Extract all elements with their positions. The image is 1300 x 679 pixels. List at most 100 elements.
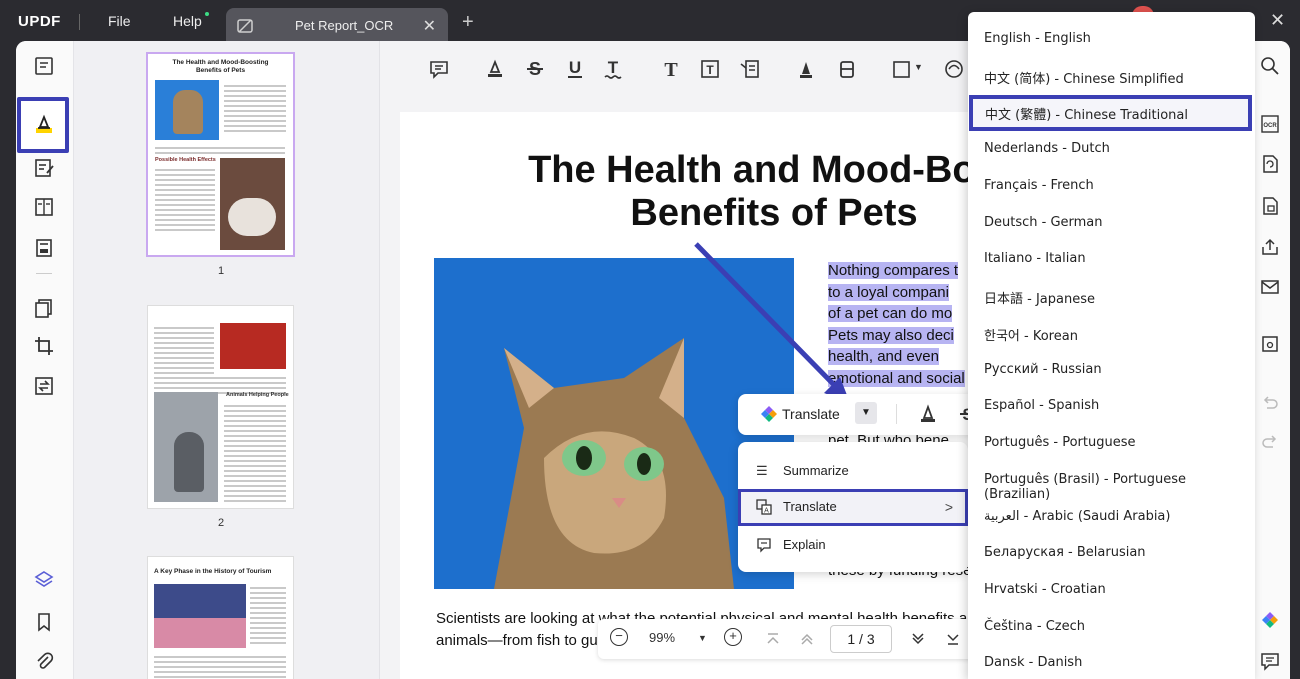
thumbnail-page-number: 1: [217, 265, 225, 277]
stamp-icon[interactable]: [943, 58, 965, 80]
language-option-selected[interactable]: 中文 (繁體) - Chinese Traditional: [969, 95, 1252, 131]
svg-text:A: A: [764, 508, 769, 515]
ocr-icon[interactable]: OCR: [1260, 114, 1280, 134]
text-box-icon[interactable]: T: [699, 58, 721, 80]
zoom-in-icon[interactable]: +: [724, 628, 742, 646]
squiggly-icon[interactable]: T: [602, 58, 624, 80]
language-option[interactable]: Français - French: [968, 169, 1255, 205]
document-tab[interactable]: Pet Report_OCR ✕: [226, 8, 448, 44]
zoom-level[interactable]: 99%: [649, 630, 675, 645]
ai-assistant-icon[interactable]: [1260, 611, 1280, 631]
strikethrough-icon[interactable]: S: [524, 58, 546, 80]
language-option[interactable]: Hrvatski - Croatian: [968, 573, 1255, 609]
left-toolbar: [16, 41, 74, 679]
window-close-icon[interactable]: ✕: [1270, 10, 1285, 31]
language-option[interactable]: 日本語 - Japanese: [968, 279, 1255, 315]
language-option[interactable]: Dansk - Danish: [968, 646, 1255, 679]
thumbnail-page-2[interactable]: Animals Helping People: [148, 306, 293, 508]
form-icon[interactable]: [33, 196, 55, 218]
para-line-3: of a pet can do mo: [828, 305, 953, 322]
zoom-out-icon[interactable]: −: [610, 628, 628, 646]
eraser-icon[interactable]: [836, 58, 858, 80]
attachment-icon[interactable]: [33, 651, 55, 673]
note-icon[interactable]: [428, 58, 450, 80]
protect-icon[interactable]: [1260, 196, 1280, 216]
menu-item-summarize[interactable]: ☰ Summarize: [738, 454, 968, 488]
zoom-dropdown-icon[interactable]: ▼: [698, 633, 707, 643]
svg-text:T: T: [608, 58, 619, 77]
translate-button[interactable]: Translate: [782, 406, 840, 422]
notification-dot: [205, 12, 209, 16]
language-option[interactable]: English - English: [968, 22, 1255, 58]
chevron-right-icon: >: [944, 499, 953, 515]
language-option[interactable]: 한국어 - Korean: [968, 316, 1255, 352]
menu-file[interactable]: File: [108, 13, 131, 29]
share-icon[interactable]: [1260, 237, 1280, 257]
translate-dropdown-icon[interactable]: ▼: [855, 402, 877, 424]
bookmark-icon[interactable]: [33, 611, 55, 633]
shape-dropdown-icon[interactable]: ▼: [914, 62, 923, 72]
svg-text:OCR: OCR: [1263, 123, 1277, 129]
thumbnail-cat-flowers-image: [154, 392, 218, 502]
language-option[interactable]: Português - Portuguese: [968, 426, 1255, 462]
add-tab-icon[interactable]: +: [462, 12, 474, 32]
close-tab-icon[interactable]: ✕: [423, 16, 436, 36]
highlight-tool-icon[interactable]: [918, 404, 938, 424]
svg-text:U: U: [569, 58, 581, 77]
organize-icon[interactable]: [33, 237, 55, 259]
translate-icon: A: [756, 499, 772, 515]
crop-icon[interactable]: [33, 335, 55, 357]
document-tab-icon: [237, 19, 253, 33]
language-label: Português (Brasil) - Portuguese (Brazili…: [984, 472, 1187, 502]
language-option[interactable]: Italiano - Italian: [968, 242, 1255, 278]
save-icon[interactable]: [1260, 334, 1280, 354]
reader-icon[interactable]: [33, 55, 55, 77]
language-option[interactable]: Español - Spanish: [968, 389, 1255, 425]
convert-pdf-icon[interactable]: [1260, 154, 1280, 174]
language-option[interactable]: Português (Brasil) - Portuguese (Brazili…: [968, 463, 1255, 502]
thumbnail-page-3[interactable]: A Key Phase in the History of Tourism: [148, 557, 293, 679]
pages-icon[interactable]: [33, 297, 55, 319]
language-dropdown: English - English 中文 (简体) - Chinese Simp…: [968, 12, 1255, 679]
edit-icon[interactable]: [33, 157, 55, 179]
language-label: العربية - Arabic (Saudi Arabia): [984, 509, 1171, 524]
language-option[interactable]: Nederlands - Dutch: [968, 132, 1255, 168]
first-page-icon[interactable]: [766, 632, 780, 646]
language-option[interactable]: العربية - Arabic (Saudi Arabia): [968, 500, 1255, 536]
undo-icon[interactable]: [1260, 394, 1280, 414]
shape-icon[interactable]: [891, 58, 913, 80]
redo-icon[interactable]: [1260, 433, 1280, 453]
page-number-input[interactable]: 1 / 3: [830, 625, 892, 653]
pencil-icon[interactable]: [795, 58, 817, 80]
search-icon[interactable]: [1260, 56, 1280, 76]
language-option[interactable]: 中文 (简体) - Chinese Simplified: [968, 59, 1255, 95]
para-line-1: Nothing compares t: [828, 262, 959, 279]
thumbnail-panel: The Health and Mood-Boosting Benefits of…: [74, 41, 380, 679]
thumbnail-page-1[interactable]: The Health and Mood-Boosting Benefits of…: [148, 54, 293, 255]
email-icon[interactable]: [1260, 277, 1280, 297]
layers-icon[interactable]: [33, 569, 55, 591]
language-label: 한국어 - Korean: [984, 329, 1078, 344]
next-page-icon[interactable]: [911, 632, 925, 646]
highlight-tool-icon[interactable]: [484, 58, 506, 80]
language-option[interactable]: Deutsch - German: [968, 206, 1255, 242]
title-divider: [79, 14, 80, 30]
language-option[interactable]: Čeština - Czech: [968, 610, 1255, 646]
previous-page-icon[interactable]: [800, 632, 814, 646]
menu-item-label: Summarize: [783, 463, 849, 478]
language-option[interactable]: Русский - Russian: [968, 353, 1255, 389]
text-callout-icon[interactable]: [739, 58, 761, 80]
convert-icon[interactable]: [33, 375, 55, 397]
last-page-icon[interactable]: [946, 632, 960, 646]
menu-help[interactable]: Help: [173, 13, 202, 29]
language-label: English - English: [984, 31, 1091, 46]
menu-item-translate[interactable]: A Translate >: [738, 489, 968, 526]
text-icon[interactable]: T: [660, 58, 682, 80]
comments-icon[interactable]: [1260, 651, 1280, 671]
comment-tool-button[interactable]: [17, 97, 69, 153]
underline-icon[interactable]: U: [564, 58, 586, 80]
language-label: Italiano - Italian: [984, 251, 1086, 266]
language-option[interactable]: Беларуская - Belarusian: [968, 536, 1255, 572]
title-line-1: The Health and Mood-Boos: [528, 149, 1000, 191]
menu-item-explain[interactable]: Explain: [738, 528, 968, 562]
